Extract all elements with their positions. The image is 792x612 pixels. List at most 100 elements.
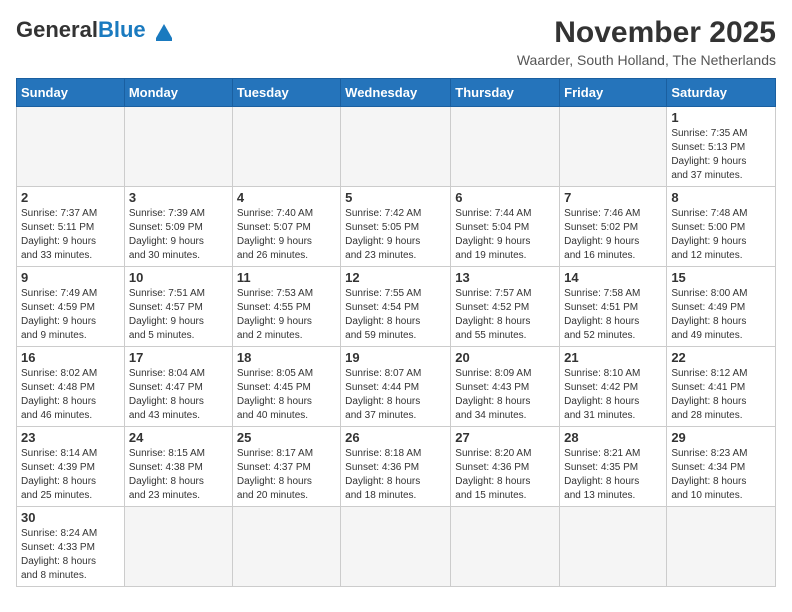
- logo-text: GeneralBlue: [16, 19, 146, 41]
- calendar: SundayMondayTuesdayWednesdayThursdayFrid…: [16, 78, 776, 587]
- calendar-day-cell: [667, 507, 776, 587]
- calendar-day-cell: 23 Sunrise: 8:14 AM Sunset: 4:39 PM Dayli…: [17, 427, 125, 507]
- calendar-day-cell: 14 Sunrise: 7:58 AM Sunset: 4:51 PM Dayli…: [560, 267, 667, 347]
- calendar-week-row: 23 Sunrise: 8:14 AM Sunset: 4:39 PM Dayli…: [17, 427, 776, 507]
- day-info: Sunrise: 8:00 AM Sunset: 4:49 PM Dayligh…: [671, 287, 771, 343]
- day-number: 12: [345, 270, 446, 285]
- day-info: Sunrise: 7:44 AM Sunset: 5:04 PM Dayligh…: [455, 207, 555, 263]
- calendar-week-row: 2 Sunrise: 7:37 AM Sunset: 5:11 PM Daylig…: [17, 187, 776, 267]
- calendar-day-cell: [124, 507, 232, 587]
- day-number: 19: [345, 350, 446, 365]
- weekday-header: SundayMondayTuesdayWednesdayThursdayFrid…: [17, 79, 776, 107]
- calendar-day-cell: [451, 507, 560, 587]
- calendar-day-cell: 1 Sunrise: 7:35 AM Sunset: 5:13 PM Daylig…: [667, 107, 776, 187]
- day-info: Sunrise: 8:23 AM Sunset: 4:34 PM Dayligh…: [671, 447, 771, 503]
- day-info: Sunrise: 8:12 AM Sunset: 4:41 PM Dayligh…: [671, 367, 771, 423]
- calendar-day-cell: [124, 107, 232, 187]
- calendar-day-cell: 5Sunrise: 7:42 AM Sunset: 5:05 PM Daylig…: [341, 187, 451, 267]
- calendar-day-cell: 2 Sunrise: 7:37 AM Sunset: 5:11 PM Daylig…: [17, 187, 125, 267]
- day-info: Sunrise: 8:02 AM Sunset: 4:48 PM Dayligh…: [21, 367, 120, 423]
- calendar-day-cell: 6 Sunrise: 7:44 AM Sunset: 5:04 PM Daylig…: [451, 187, 560, 267]
- day-number: 23: [21, 430, 120, 445]
- day-number: 26: [345, 430, 446, 445]
- day-info: Sunrise: 7:40 AM Sunset: 5:07 PM Dayligh…: [237, 207, 336, 263]
- day-number: 9: [21, 270, 120, 285]
- calendar-day-cell: [17, 107, 125, 187]
- calendar-day-cell: 12 Sunrise: 7:55 AM Sunset: 4:54 PM Dayli…: [341, 267, 451, 347]
- day-info: Sunrise: 8:21 AM Sunset: 4:35 PM Dayligh…: [564, 447, 662, 503]
- day-number: 30: [21, 510, 120, 525]
- day-info: Sunrise: 7:35 AM Sunset: 5:13 PM Dayligh…: [671, 127, 771, 183]
- calendar-day-cell: 19 Sunrise: 8:07 AM Sunset: 4:44 PM Dayli…: [341, 347, 451, 427]
- calendar-day-cell: 30Sunrise: 8:24 AM Sunset: 4:33 PM Dayli…: [17, 507, 125, 587]
- day-number: 13: [455, 270, 555, 285]
- calendar-day-cell: 26 Sunrise: 8:18 AM Sunset: 4:36 PM Dayli…: [341, 427, 451, 507]
- day-number: 8: [671, 190, 771, 205]
- day-number: 11: [237, 270, 336, 285]
- weekday-header-cell: Thursday: [451, 79, 560, 107]
- day-number: 16: [21, 350, 120, 365]
- day-number: 2: [21, 190, 120, 205]
- calendar-day-cell: 8 Sunrise: 7:48 AM Sunset: 5:00 PM Daylig…: [667, 187, 776, 267]
- month-title: November 2025: [517, 16, 776, 50]
- day-number: 4: [237, 190, 336, 205]
- day-info: Sunrise: 8:09 AM Sunset: 4:43 PM Dayligh…: [455, 367, 555, 423]
- calendar-day-cell: 11 Sunrise: 7:53 AM Sunset: 4:55 PM Dayli…: [232, 267, 340, 347]
- day-number: 6: [455, 190, 555, 205]
- weekday-header-cell: Wednesday: [341, 79, 451, 107]
- day-info: Sunrise: 8:10 AM Sunset: 4:42 PM Dayligh…: [564, 367, 662, 423]
- calendar-day-cell: [560, 107, 667, 187]
- calendar-day-cell: 3Sunrise: 7:39 AM Sunset: 5:09 PM Daylig…: [124, 187, 232, 267]
- calendar-day-cell: [341, 107, 451, 187]
- calendar-week-row: 1 Sunrise: 7:35 AM Sunset: 5:13 PM Daylig…: [17, 107, 776, 187]
- day-number: 22: [671, 350, 771, 365]
- calendar-day-cell: [232, 507, 340, 587]
- calendar-day-cell: [232, 107, 340, 187]
- day-info: Sunrise: 7:48 AM Sunset: 5:00 PM Dayligh…: [671, 207, 771, 263]
- day-info: Sunrise: 7:49 AM Sunset: 4:59 PM Dayligh…: [21, 287, 120, 343]
- day-info: Sunrise: 7:55 AM Sunset: 4:54 PM Dayligh…: [345, 287, 446, 343]
- calendar-day-cell: 24 Sunrise: 8:15 AM Sunset: 4:38 PM Dayli…: [124, 427, 232, 507]
- logo-icon: [150, 16, 178, 44]
- calendar-day-cell: 29 Sunrise: 8:23 AM Sunset: 4:34 PM Dayli…: [667, 427, 776, 507]
- day-info: Sunrise: 8:05 AM Sunset: 4:45 PM Dayligh…: [237, 367, 336, 423]
- day-info: Sunrise: 8:18 AM Sunset: 4:36 PM Dayligh…: [345, 447, 446, 503]
- day-number: 15: [671, 270, 771, 285]
- weekday-header-cell: Monday: [124, 79, 232, 107]
- weekday-header-cell: Tuesday: [232, 79, 340, 107]
- day-info: Sunrise: 8:04 AM Sunset: 4:47 PM Dayligh…: [129, 367, 228, 423]
- calendar-day-cell: 15 Sunrise: 8:00 AM Sunset: 4:49 PM Dayli…: [667, 267, 776, 347]
- calendar-day-cell: 7Sunrise: 7:46 AM Sunset: 5:02 PM Daylig…: [560, 187, 667, 267]
- day-number: 14: [564, 270, 662, 285]
- day-number: 28: [564, 430, 662, 445]
- day-number: 25: [237, 430, 336, 445]
- day-info: Sunrise: 8:14 AM Sunset: 4:39 PM Dayligh…: [21, 447, 120, 503]
- calendar-day-cell: 13Sunrise: 7:57 AM Sunset: 4:52 PM Dayli…: [451, 267, 560, 347]
- day-number: 1: [671, 110, 771, 125]
- day-info: Sunrise: 7:42 AM Sunset: 5:05 PM Dayligh…: [345, 207, 446, 263]
- day-number: 7: [564, 190, 662, 205]
- day-info: Sunrise: 7:37 AM Sunset: 5:11 PM Dayligh…: [21, 207, 120, 263]
- calendar-day-cell: 16 Sunrise: 8:02 AM Sunset: 4:48 PM Dayli…: [17, 347, 125, 427]
- day-number: 10: [129, 270, 228, 285]
- day-number: 27: [455, 430, 555, 445]
- day-number: 29: [671, 430, 771, 445]
- day-info: Sunrise: 8:20 AM Sunset: 4:36 PM Dayligh…: [455, 447, 555, 503]
- calendar-day-cell: 27 Sunrise: 8:20 AM Sunset: 4:36 PM Dayli…: [451, 427, 560, 507]
- day-number: 20: [455, 350, 555, 365]
- calendar-day-cell: [341, 507, 451, 587]
- day-number: 24: [129, 430, 228, 445]
- day-info: Sunrise: 7:58 AM Sunset: 4:51 PM Dayligh…: [564, 287, 662, 343]
- day-info: Sunrise: 8:07 AM Sunset: 4:44 PM Dayligh…: [345, 367, 446, 423]
- calendar-week-row: 9 Sunrise: 7:49 AM Sunset: 4:59 PM Daylig…: [17, 267, 776, 347]
- day-number: 17: [129, 350, 228, 365]
- weekday-header-cell: Saturday: [667, 79, 776, 107]
- day-number: 18: [237, 350, 336, 365]
- calendar-day-cell: 18 Sunrise: 8:05 AM Sunset: 4:45 PM Dayli…: [232, 347, 340, 427]
- calendar-day-cell: 28 Sunrise: 8:21 AM Sunset: 4:35 PM Dayli…: [560, 427, 667, 507]
- day-info: Sunrise: 7:53 AM Sunset: 4:55 PM Dayligh…: [237, 287, 336, 343]
- day-info: Sunrise: 7:51 AM Sunset: 4:57 PM Dayligh…: [129, 287, 228, 343]
- day-info: Sunrise: 8:15 AM Sunset: 4:38 PM Dayligh…: [129, 447, 228, 503]
- calendar-day-cell: 17 Sunrise: 8:04 AM Sunset: 4:47 PM Dayli…: [124, 347, 232, 427]
- calendar-week-row: 16 Sunrise: 8:02 AM Sunset: 4:48 PM Dayli…: [17, 347, 776, 427]
